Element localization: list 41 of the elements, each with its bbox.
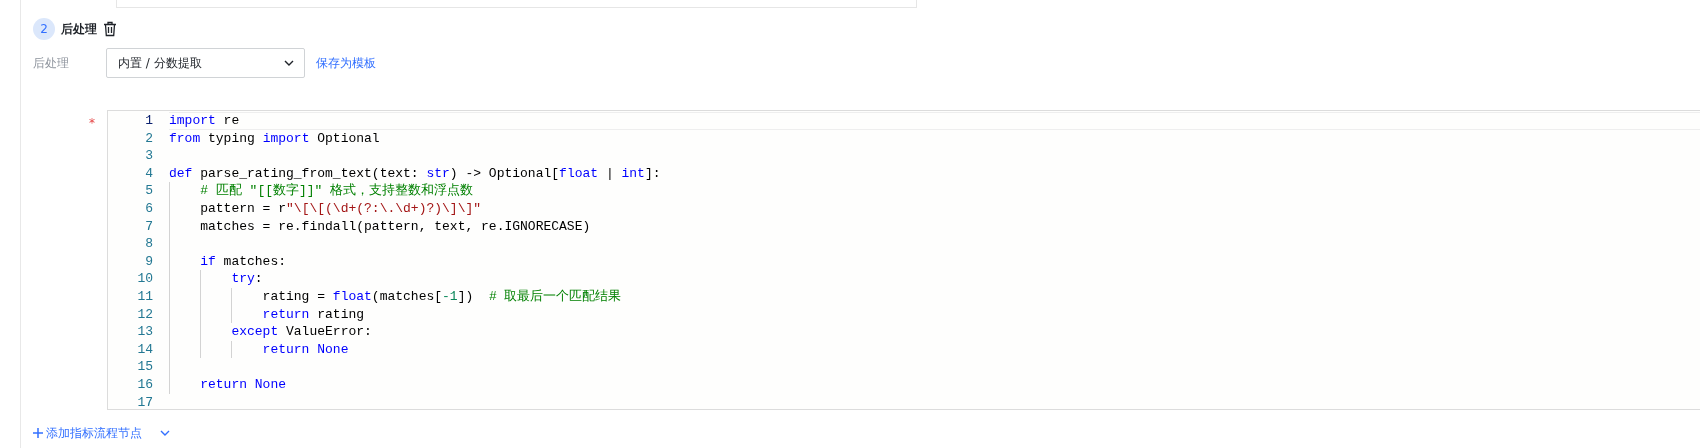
line-number: 14 <box>136 340 153 359</box>
code-line: if matches: <box>199 253 287 269</box>
code-line: return rating <box>261 306 365 322</box>
line-number: 17 <box>136 393 153 409</box>
plus-icon <box>33 428 43 438</box>
code-line: def parse_rating_from_text(text: str) -> Optional[float | int]: <box>169 165 661 181</box>
code-line: matches = re.findall(pattern, text, re.IGNORECASE) <box>199 218 591 234</box>
step-title: 后处理 <box>61 21 97 38</box>
line-number: 10 <box>136 270 153 288</box>
step-number: 2 <box>33 18 55 40</box>
code-line: from typing import Optional <box>169 130 380 146</box>
line-number: 1 <box>144 112 153 130</box>
line-number: 5 <box>144 182 153 200</box>
code-line: return None <box>261 341 349 357</box>
code-line: # 匹配 "[[数字]]" 格式，支持整数和浮点数 <box>199 183 474 199</box>
required-mark: * <box>89 116 95 130</box>
chevron-down-icon <box>284 60 294 66</box>
code-line: rating = float(matches[-1]) # 取最后一个匹配结果 <box>261 288 622 304</box>
code-line: except ValueError: <box>230 324 372 340</box>
line-number: 7 <box>144 217 153 236</box>
line-number: 6 <box>144 199 153 218</box>
code-line: return None <box>199 376 287 392</box>
code-line: import re <box>169 113 240 128</box>
line-number: 13 <box>136 323 153 341</box>
chevron-down-icon[interactable] <box>160 430 170 436</box>
line-number: 16 <box>136 375 153 394</box>
template-select[interactable]: 内置 / 分数提取 <box>106 48 305 78</box>
delete-icon[interactable] <box>103 21 117 37</box>
line-number: 4 <box>144 164 153 183</box>
line-number: 3 <box>144 147 153 165</box>
line-number: 2 <box>144 129 153 148</box>
line-number: 9 <box>144 252 153 271</box>
line-number: 11 <box>136 287 153 306</box>
line-number: 8 <box>144 235 153 253</box>
code-line: pattern = r"\[\[(\d+(?:\.\d+)?)\]\]" <box>199 200 482 216</box>
save-template-link[interactable]: 保存为模板 <box>316 54 376 72</box>
code-line: try: <box>230 271 263 287</box>
line-number: 15 <box>136 358 153 376</box>
add-node-link[interactable]: 添加指标流程节点 <box>33 424 142 442</box>
field-label: 后处理 <box>33 55 70 72</box>
line-number: 12 <box>136 305 153 324</box>
